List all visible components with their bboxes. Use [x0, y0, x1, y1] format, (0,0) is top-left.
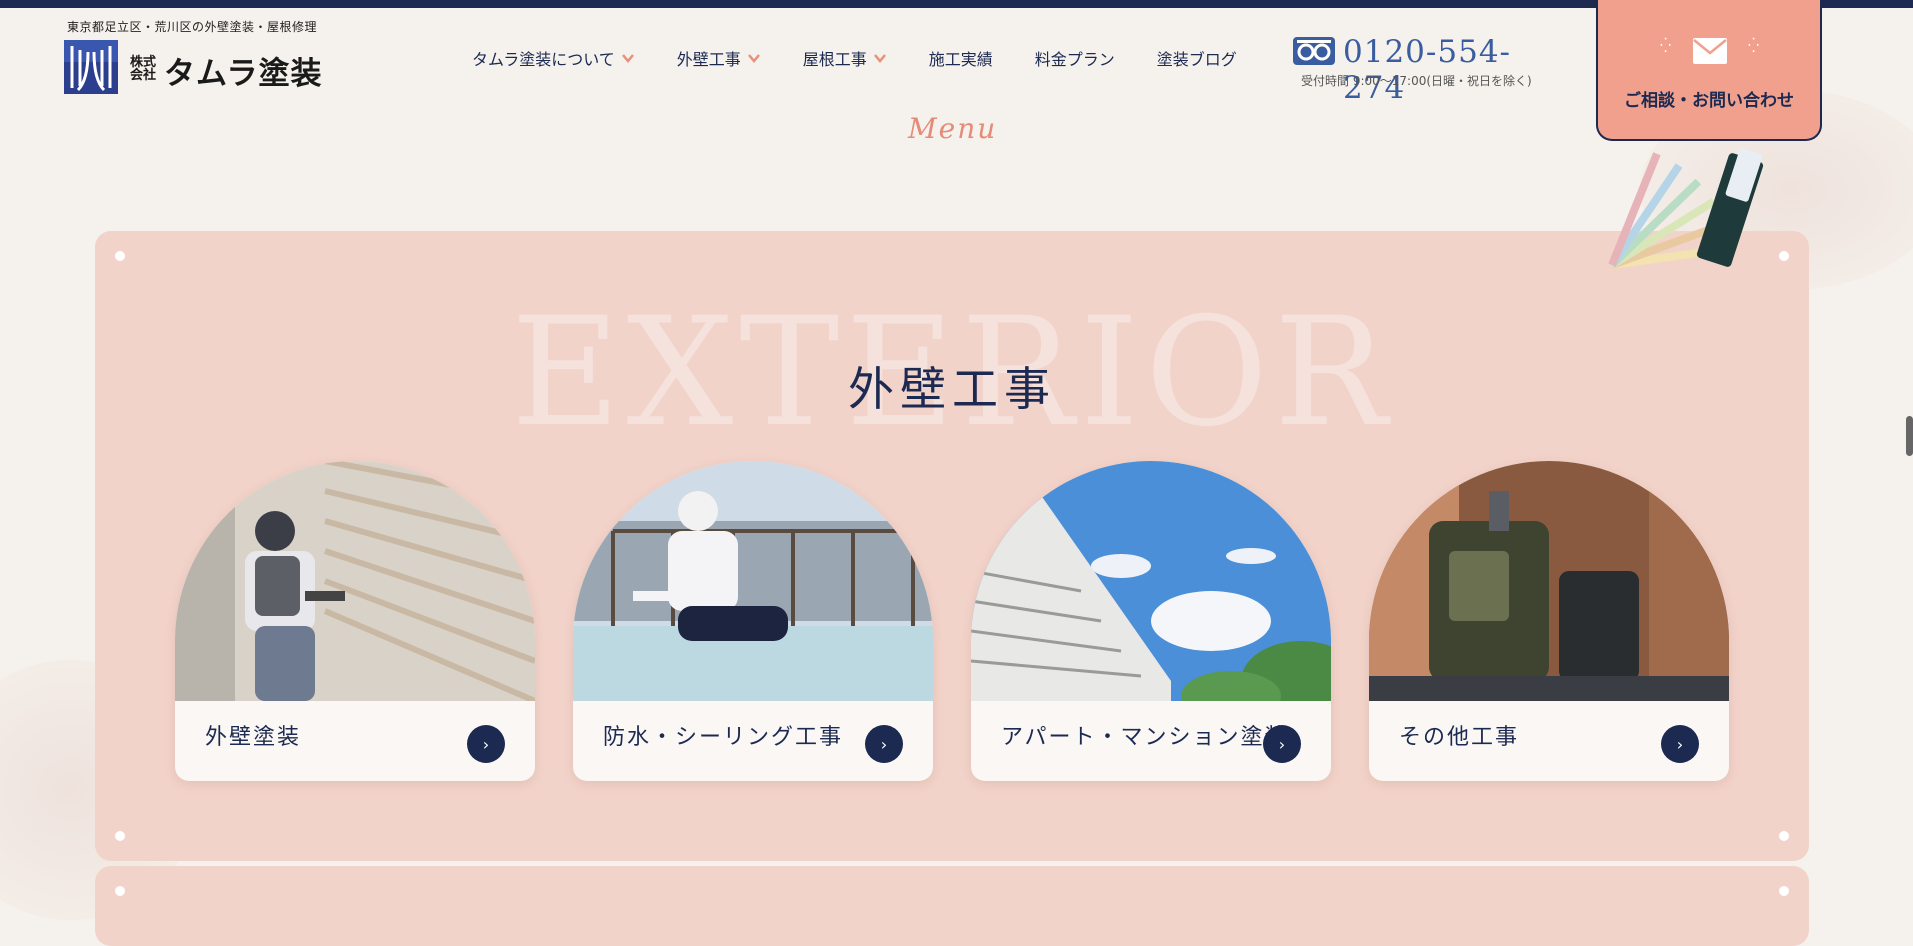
service-card-waterproofing[interactable]: 防水・シーリング工事 › — [573, 461, 933, 781]
sparkle-icon: ⁛ — [1748, 38, 1760, 54]
nav-item-blog[interactable]: 塗装ブログ — [1157, 46, 1237, 70]
nav-item-label: 料金プラン — [1034, 50, 1115, 69]
nav-item-roof[interactable]: 屋根工事 — [803, 46, 887, 70]
chevron-right-icon[interactable]: › — [865, 725, 903, 763]
nav-item-label: 施工実績 — [928, 50, 993, 69]
nav-item-label: 屋根工事 — [802, 50, 867, 69]
painter-photo — [175, 461, 535, 701]
contact-button[interactable]: ⁛ ⁛ ご相談・お問い合わせ — [1596, 0, 1822, 141]
scrollbar-thumb[interactable] — [1906, 416, 1913, 456]
next-section — [95, 866, 1809, 946]
color-swatch-fan-image — [1608, 148, 1764, 269]
card-label: 外壁塗装 — [205, 725, 302, 750]
mail-icon — [1693, 38, 1727, 64]
chevron-down-icon — [747, 54, 760, 63]
service-card-exterior-painting[interactable]: 外壁塗装 › — [175, 461, 535, 781]
phone-contact[interactable]: 0120-554-274 受付時間 9:00〜17:00(日曜・祝日を除く) — [1293, 34, 1553, 106]
site-tagline: 東京都足立区・荒川区の外壁塗装・屋根修理 — [67, 20, 318, 34]
site-logo[interactable]: 株式会社 タムラ塗装 — [64, 40, 344, 96]
apartment-photo — [971, 461, 1331, 701]
chevron-right-icon[interactable]: › — [1263, 725, 1301, 763]
panel-dot — [115, 251, 125, 261]
tool-bags-photo — [1369, 461, 1729, 701]
nav-item-label: 塗装ブログ — [1156, 50, 1237, 69]
free-dial-icon — [1293, 37, 1335, 65]
panel-dot — [115, 886, 125, 896]
panel-dot — [1779, 886, 1789, 896]
service-card-apartment[interactable]: アパート・マンション塗装 › — [971, 461, 1331, 781]
exterior-section: EXTERIOR 外壁工事 外壁塗装 › 防水・シーリング工事 › アパート・マ… — [95, 231, 1809, 861]
phone-number: 0120-554-274 — [1343, 34, 1512, 106]
nav-item-label: タムラ塗装について — [472, 50, 615, 69]
service-card-other[interactable]: その他工事 › — [1369, 461, 1729, 781]
rooftop-worker-photo — [573, 461, 933, 701]
section-title: 外壁工事 — [848, 362, 1056, 416]
nav-item-pricing[interactable]: 料金プラン — [1035, 46, 1115, 70]
phone-hours: 受付時間 9:00〜17:00(日曜・祝日を除く) — [1301, 74, 1532, 88]
nav-item-about[interactable]: タムラ塗装について — [472, 46, 635, 70]
panel-dot — [1779, 831, 1789, 841]
sparkle-icon: ⁛ — [1660, 38, 1672, 54]
chevron-down-icon — [873, 54, 886, 63]
nav-item-exterior[interactable]: 外壁工事 — [677, 46, 761, 70]
panel-dot — [115, 831, 125, 841]
logo-company-prefix: 株式会社 — [130, 55, 157, 83]
menu-script-heading: Menu — [908, 112, 998, 145]
contact-button-label: ご相談・お問い合わせ — [1624, 91, 1794, 111]
logo-name: タムラ塗装 — [164, 56, 323, 92]
chevron-right-icon[interactable]: › — [467, 725, 505, 763]
main-nav: タムラ塗装について 外壁工事 屋根工事 施工実績 料金プラン 塗装ブログ — [472, 46, 1279, 70]
card-label: その他工事 — [1399, 725, 1520, 750]
card-label: アパート・マンション塗装 — [1001, 725, 1289, 750]
chevron-right-icon[interactable]: › — [1661, 725, 1699, 763]
card-label: 防水・シーリング工事 — [603, 725, 844, 750]
nav-item-works[interactable]: 施工実績 — [929, 46, 993, 70]
logo-mark-icon — [64, 40, 118, 94]
nav-item-label: 外壁工事 — [676, 50, 741, 69]
chevron-down-icon — [621, 54, 634, 63]
service-cards: 外壁塗装 › 防水・シーリング工事 › アパート・マンション塗装 › その他工事… — [175, 461, 1731, 786]
